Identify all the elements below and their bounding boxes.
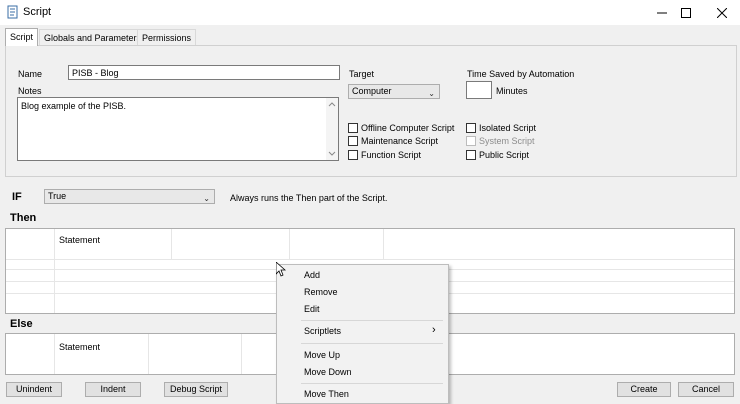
unindent-button[interactable]: Unindent: [6, 382, 62, 397]
time-saved-label: Time Saved by Automation: [467, 69, 575, 79]
create-button[interactable]: Create: [617, 382, 671, 397]
notes-text: Blog example of the PISB.: [21, 101, 127, 111]
function-script-checkbox[interactable]: [348, 150, 358, 160]
public-script-label: Public Script: [479, 150, 530, 160]
mouse-cursor-icon: [275, 261, 287, 279]
grid-column-divider: [148, 334, 149, 374]
tab-globals-and-parameters[interactable]: Globals and Parameters: [39, 29, 147, 46]
script-app-icon: [7, 5, 19, 19]
chevron-down-icon: ⌄: [428, 89, 435, 98]
maximize-icon: [681, 7, 691, 18]
window-title: Script: [23, 6, 52, 18]
scroll-down-icon[interactable]: [326, 149, 338, 159]
system-script-label: System Script: [479, 136, 535, 146]
menu-item-move-down[interactable]: Move Down: [304, 367, 352, 377]
notes-scrollbar[interactable]: [326, 98, 338, 160]
debug-script-button[interactable]: Debug Script: [164, 382, 228, 397]
tab-script[interactable]: Script: [5, 28, 39, 46]
grid-column-divider: [241, 334, 242, 374]
else-column-header: Statement: [59, 342, 101, 352]
menu-item-remove[interactable]: Remove: [304, 287, 338, 297]
maintenance-script-checkbox[interactable]: [348, 136, 358, 146]
if-description: Always runs the Then part of the Script.: [230, 193, 388, 203]
if-condition-value: True: [48, 191, 67, 201]
submenu-arrow-icon: ›: [432, 324, 436, 336]
context-menu: Add Remove Edit Scriptlets › Move Up Mov…: [276, 264, 449, 404]
menu-separator: [301, 320, 443, 321]
offline-computer-script-checkbox[interactable]: [348, 123, 358, 133]
grid-row-divider: [6, 259, 734, 260]
notes-label: Notes: [18, 86, 42, 96]
notes-textarea[interactable]: Blog example of the PISB.: [17, 97, 339, 161]
name-input[interactable]: PISB - Blog: [68, 65, 340, 80]
menu-item-move-then[interactable]: Move Then: [304, 389, 349, 399]
else-label: Else: [10, 318, 33, 330]
grid-column-divider: [289, 229, 290, 259]
isolated-script-label: Isolated Script: [479, 123, 537, 133]
if-label: IF: [12, 191, 22, 203]
grid-column-divider: [171, 229, 172, 259]
close-icon: [717, 7, 727, 18]
grid-column-divider: [54, 334, 55, 374]
public-script-checkbox[interactable]: [466, 150, 476, 160]
time-saved-input[interactable]: [466, 81, 492, 99]
if-condition-select[interactable]: True ⌄: [44, 189, 215, 204]
function-script-label: Function Script: [361, 150, 422, 160]
name-label: Name: [18, 69, 43, 79]
menu-item-move-up[interactable]: Move Up: [304, 350, 340, 360]
menu-item-edit[interactable]: Edit: [304, 304, 320, 314]
isolated-script-checkbox[interactable]: [466, 123, 476, 133]
grid-column-divider: [383, 229, 384, 259]
menu-item-add[interactable]: Add: [304, 270, 320, 280]
then-column-header: Statement: [59, 235, 101, 245]
target-label: Target: [349, 69, 375, 79]
cancel-button[interactable]: Cancel: [678, 382, 734, 397]
menu-separator: [301, 383, 443, 384]
tab-permissions[interactable]: Permissions: [137, 29, 197, 46]
title-bar: [0, 0, 740, 25]
menu-separator: [301, 343, 443, 344]
scroll-up-icon[interactable]: [326, 99, 338, 109]
then-label: Then: [10, 212, 37, 224]
chevron-down-icon: ⌄: [203, 194, 210, 203]
offline-computer-script-label: Offline Computer Script: [361, 123, 455, 133]
grid-column-divider: [54, 229, 55, 313]
menu-item-scriptlets[interactable]: Scriptlets: [304, 326, 341, 336]
target-select[interactable]: Computer ⌄: [348, 84, 440, 99]
close-button[interactable]: [700, 0, 740, 25]
minutes-label: Minutes: [496, 86, 528, 96]
system-script-checkbox: [466, 136, 476, 146]
target-select-value: Computer: [352, 86, 392, 96]
maintenance-script-label: Maintenance Script: [361, 136, 439, 146]
indent-button[interactable]: Indent: [85, 382, 141, 397]
